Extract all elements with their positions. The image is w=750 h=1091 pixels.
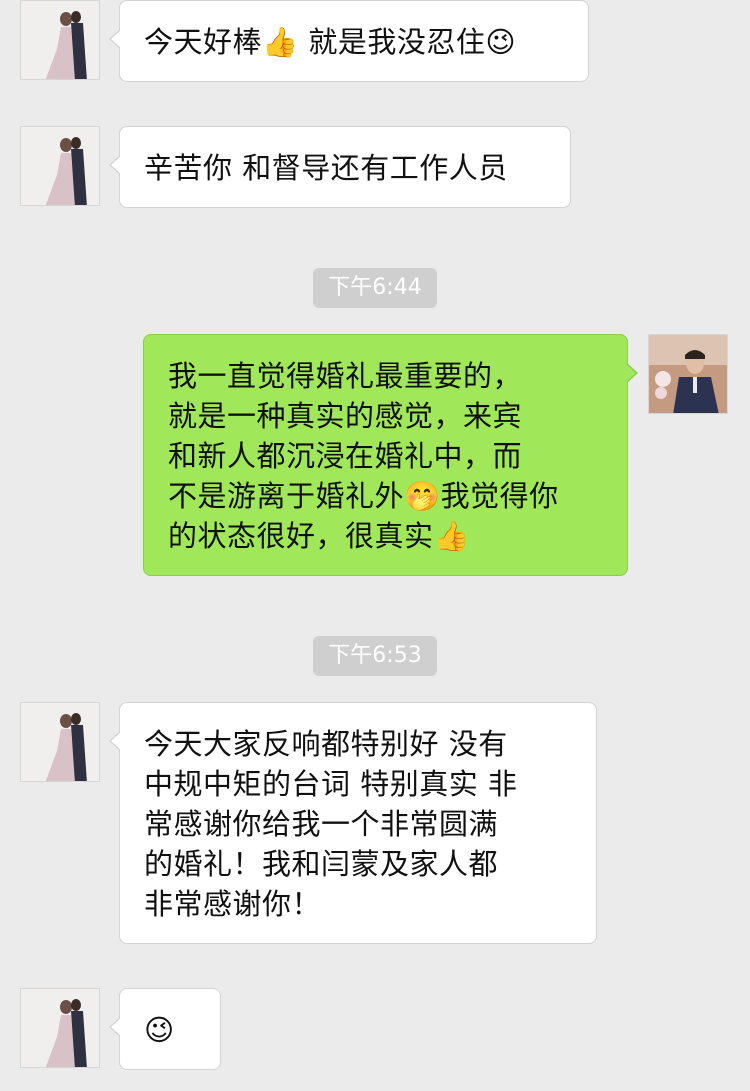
couple-photo-icon [21, 127, 99, 205]
timestamp: 下午6:53 [313, 636, 437, 676]
my-avatar[interactable] [648, 334, 728, 414]
message-bubble[interactable]: 我一直觉得婚礼最重要的， 就是一种真实的感觉，来宾 和新人都沉浸在婚礼中，而 不… [143, 334, 638, 576]
couple-photo-icon [21, 989, 99, 1067]
message-bubble[interactable]: 辛苦你 和督导还有工作人员 [109, 126, 571, 208]
contact-avatar[interactable] [20, 126, 100, 206]
message-bubble[interactable]: 今天好棒👍 就是我没忍住😉 [109, 0, 589, 82]
host-photo-icon [649, 335, 727, 413]
couple-photo-icon [21, 703, 99, 781]
contact-avatar[interactable] [20, 0, 100, 80]
message-bubble[interactable]: 今天大家反响都特别好 没有 中规中矩的台词 特别真实 非 常感谢你给我一个非常圆… [109, 702, 597, 944]
contact-avatar[interactable] [20, 702, 100, 782]
timestamp: 下午6:44 [313, 268, 437, 308]
message-bubble[interactable]: 😉 [109, 988, 221, 1070]
couple-photo-icon [21, 1, 99, 79]
chat-window: 今天好棒👍 就是我没忍住😉 辛苦你 和督导还有工作人员 下午6:44 我一直觉得… [0, 0, 750, 1091]
contact-avatar[interactable] [20, 988, 100, 1068]
